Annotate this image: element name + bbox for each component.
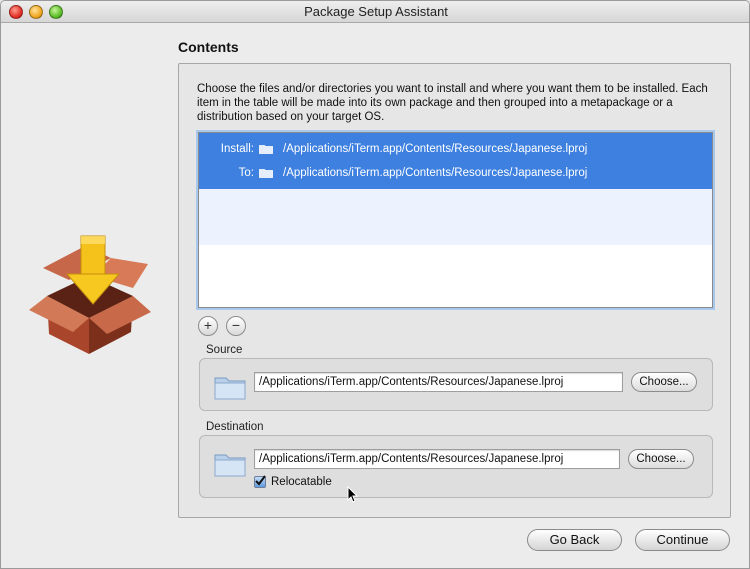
title-bar[interactable]: Package Setup Assistant [1,1,749,23]
source-label: Source [206,344,243,356]
folder-icon [259,169,273,178]
destination-group: /Applications/iTerm.app/Contents/Resourc… [199,435,713,498]
go-back-button[interactable]: Go Back [527,529,622,551]
remove-item-button[interactable]: − [226,316,246,336]
page-title: Contents [178,39,239,55]
contents-table[interactable]: Install: /Applications/iTerm.app/Content… [198,132,713,308]
destination-choose-button[interactable]: Choose... [628,449,694,469]
folder-icon [214,377,246,400]
window-title: Package Setup Assistant [304,4,448,19]
relocatable-checkbox[interactable] [254,475,266,488]
checkmark-icon [255,475,266,486]
install-path: /Applications/iTerm.app/Contents/Resourc… [283,143,588,155]
pointer-cursor-icon [347,486,359,503]
zoom-button[interactable] [49,5,63,19]
contents-panel: Choose the files and/or directories you … [178,63,731,518]
add-item-button[interactable]: + [198,316,218,336]
package-icon [29,235,151,354]
destination-label: Destination [206,421,264,433]
package-setup-window: Package Setup Assistant Contents Choose … [0,0,750,569]
folder-icon [259,145,273,154]
table-row[interactable]: Install: /Applications/iTerm.app/Content… [199,133,712,189]
minimize-button[interactable] [29,5,43,19]
source-path-field[interactable]: /Applications/iTerm.app/Contents/Resourc… [254,372,623,392]
to-line: To: /Applications/iTerm.app/Contents/Res… [199,161,712,185]
source-choose-button[interactable]: Choose... [631,372,697,392]
relocatable-label[interactable]: Relocatable [271,476,332,488]
close-button[interactable] [9,5,23,19]
empty-table-row [199,189,712,245]
continue-button[interactable]: Continue [635,529,730,551]
source-group: /Applications/iTerm.app/Contents/Resourc… [199,358,713,411]
to-path: /Applications/iTerm.app/Contents/Resourc… [283,167,588,179]
folder-icon [214,454,246,477]
install-line: Install: /Applications/iTerm.app/Content… [199,137,712,161]
install-label: Install: [220,143,254,155]
instructions-text: Choose the files and/or directories you … [197,83,708,123]
to-label: To: [238,167,254,179]
destination-path-field[interactable]: /Applications/iTerm.app/Contents/Resourc… [254,449,620,469]
